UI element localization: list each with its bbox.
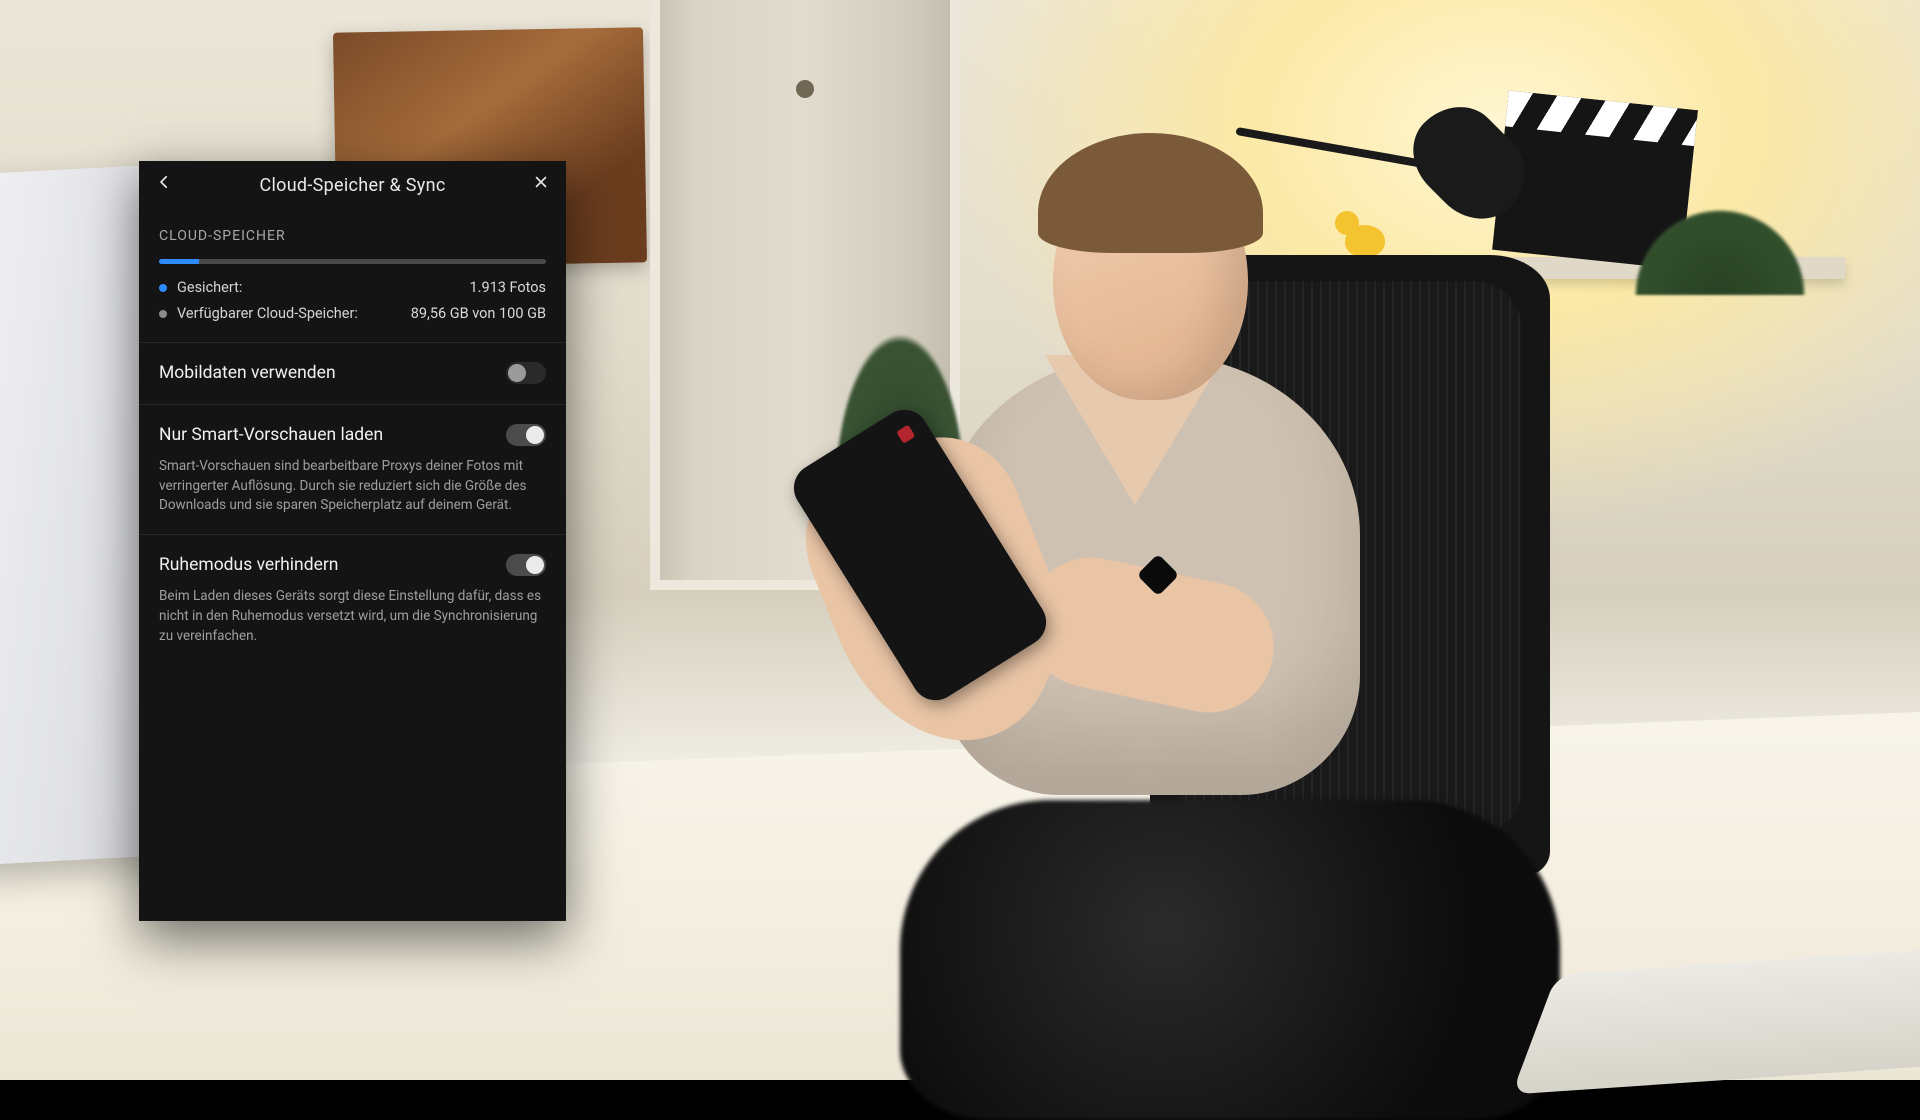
toggle-smart-previews[interactable] (506, 424, 546, 446)
toggle-knob-icon (526, 556, 544, 574)
person-hair (1038, 133, 1263, 253)
setting-description: Smart-Vorschauen sind bearbeitbare Proxy… (159, 457, 546, 516)
plant-icon (1580, 145, 1860, 295)
legend-backed-up: Gesichert: 1.913 Fotos (159, 278, 546, 298)
legend-label: Gesichert: (177, 278, 242, 298)
legend-label: Verfügbarer Cloud-Speicher: (177, 304, 358, 324)
section-label-cloud-storage: CLOUD-SPEICHER (139, 211, 566, 255)
setting-description: Beim Laden dieses Geräts sorgt diese Ein… (159, 587, 546, 646)
setting-smart-previews: Nur Smart-Vorschauen laden Smart-Vorscha… (139, 405, 566, 535)
storage-bar (159, 259, 546, 264)
toggle-mobile-data[interactable] (506, 362, 546, 384)
toggle-knob-icon (508, 364, 526, 382)
close-button[interactable] (516, 161, 566, 211)
legend-value: 1.913 Fotos (469, 278, 546, 298)
setting-mobile-data: Mobildaten verwenden (139, 343, 566, 405)
dot-icon (159, 310, 167, 318)
close-icon (532, 173, 550, 199)
panel-header: Cloud-Speicher & Sync (139, 161, 566, 211)
toggle-prevent-sleep[interactable] (506, 554, 546, 576)
toggle-knob-icon (526, 426, 544, 444)
dslr-camera (900, 800, 1560, 1120)
setting-prevent-sleep: Ruhemodus verhindern Beim Laden dieses G… (139, 535, 566, 664)
legend-available: Verfügbarer Cloud-Speicher: 89,56 GB von… (159, 304, 546, 324)
dot-icon (159, 284, 167, 292)
setting-label: Mobildaten verwenden (159, 361, 336, 386)
storage-summary: Gesichert: 1.913 Fotos Verfügbarer Cloud… (139, 255, 566, 344)
setting-label: Ruhemodus verhindern (159, 553, 338, 578)
setting-label: Nur Smart-Vorschauen laden (159, 423, 383, 448)
person (820, 115, 1440, 895)
legend-value: 89,56 GB von 100 GB (411, 304, 546, 324)
panel-title: Cloud-Speicher & Sync (139, 161, 566, 211)
cloud-sync-panel: Cloud-Speicher & Sync CLOUD-SPEICHER Ges… (139, 161, 566, 921)
storage-bar-fill (159, 259, 199, 264)
